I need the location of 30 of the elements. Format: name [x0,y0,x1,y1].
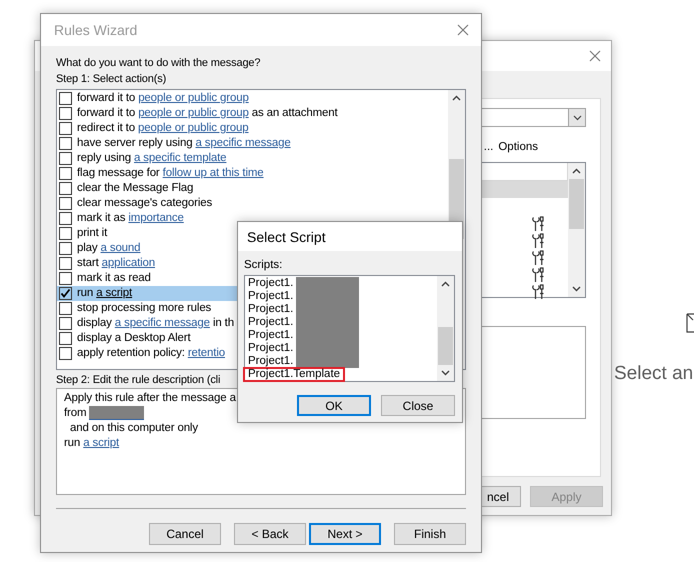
description-line: from [64,406,144,422]
action-label: clear message's categories [77,196,212,211]
step-label: Step 1: Select action(s) [56,72,166,87]
action-label: forward it to people or public group as an attachment [77,106,338,121]
action-label: flag message for follow up at this time [77,166,264,181]
action-label: have server reply using a specific message [77,136,291,151]
action-label: clear the Message Flag [77,181,194,196]
action-label: display a Desktop Alert [77,331,191,346]
action-label: mark it as read [77,271,151,286]
action-label: apply retention policy: retentio [77,346,225,361]
placeholder-message: Select an [614,363,694,385]
action-label: start application [77,256,156,271]
action-label: print it [77,226,108,241]
question-label: What do you want to do with the message? [56,56,260,71]
action-label: play a sound [77,241,140,256]
description-line: Apply this rule after the message a [64,391,236,406]
action-label: reply using a specific template [77,151,226,166]
window-title: Rules Wizard [54,22,138,38]
action-label: stop processing more rules [77,301,212,316]
description-line: run a script [64,436,120,451]
action-label: mark it as importance [77,211,184,226]
window-title: Select Script [247,228,326,244]
step-label: Step 2: Edit the rule description (cli [56,373,220,388]
action-label: redirect it to people or public group [77,121,249,136]
action-label: forward it to people or public group [77,91,249,106]
list-label: Scripts: [244,258,282,273]
description-line: and on this computer only [69,421,198,436]
action-label: run a script [77,286,132,301]
ellipsis-text: ... [484,141,494,153]
action-label: display a specific message in th [77,316,234,331]
